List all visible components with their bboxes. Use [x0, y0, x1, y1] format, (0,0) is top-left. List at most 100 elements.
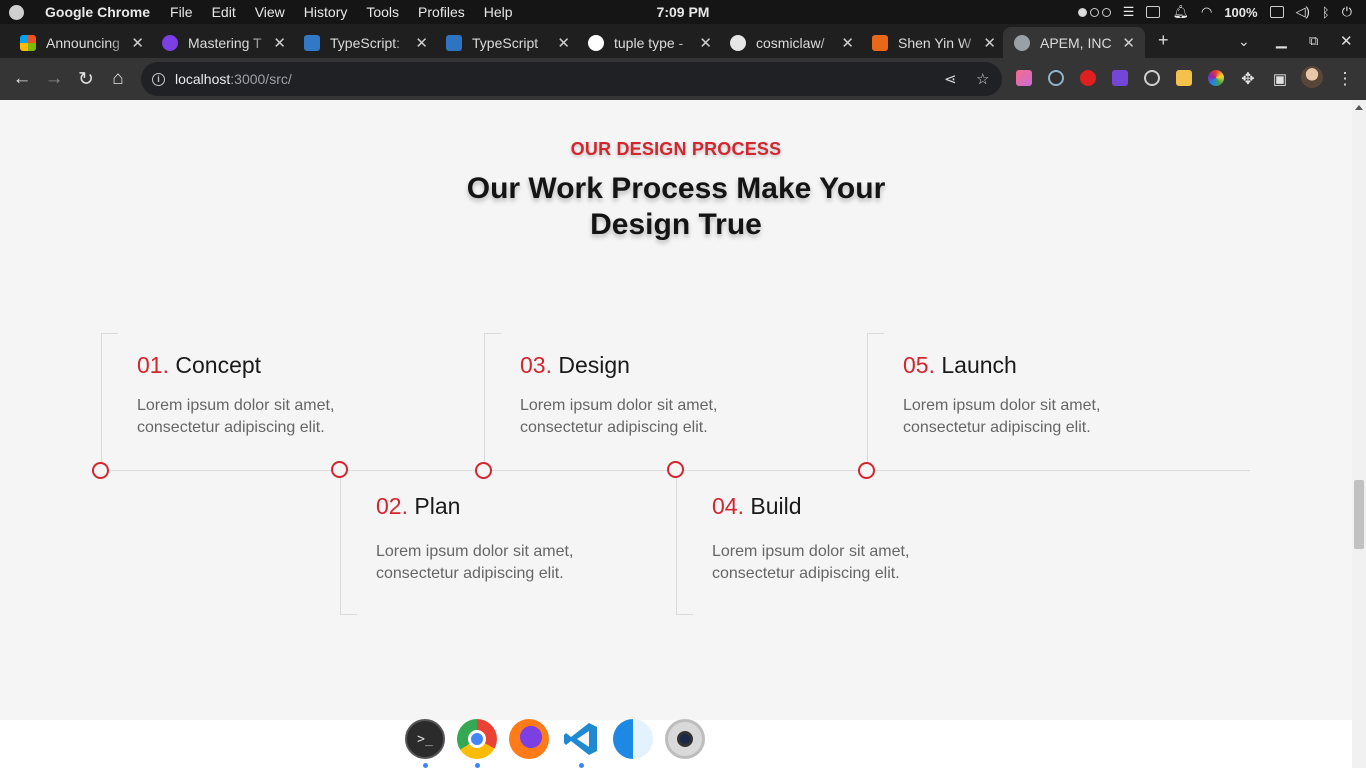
clock[interactable]: 7:09 PM: [657, 4, 710, 20]
close-icon[interactable]: ✕: [699, 34, 712, 52]
extension-spy-icon[interactable]: [1048, 70, 1064, 86]
extension-note-icon[interactable]: [1176, 70, 1192, 86]
tab-apem-active[interactable]: APEM, INC ✕: [1003, 27, 1145, 58]
share-icon[interactable]: ⋖: [944, 70, 957, 88]
running-indicator: [423, 763, 428, 768]
tab-label: TypeScript:: [330, 34, 401, 51]
workspace-dots-icon[interactable]: [1077, 7, 1111, 17]
os-logo-icon[interactable]: [0, 0, 32, 24]
process-step-plan: 02. Plan Lorem ipsum dolor sit amet, con…: [340, 470, 640, 615]
extension-color-icon[interactable]: [1208, 70, 1224, 86]
menu-history[interactable]: History: [304, 4, 348, 20]
page-scrollbar[interactable]: [1352, 100, 1366, 768]
bell-icon[interactable]: 🔔︎: [1172, 4, 1189, 20]
process-step-launch: 05. Launch Lorem ipsum dolor sit amet, c…: [867, 333, 1167, 470]
scrollbar-thumb[interactable]: [1354, 480, 1364, 549]
restore-icon[interactable]: ⧉: [1309, 33, 1318, 49]
extension-gradient-icon[interactable]: [1016, 70, 1032, 86]
step-number: 04.: [712, 493, 744, 519]
close-icon[interactable]: ✕: [131, 34, 144, 52]
profile-avatar[interactable]: [1301, 66, 1323, 88]
address-bar[interactable]: i localhost:3000/src/ ⋖ ☆: [141, 62, 1002, 96]
close-icon[interactable]: ✕: [1122, 34, 1135, 52]
step-name: Launch: [941, 352, 1017, 378]
url-host: localhost: [175, 71, 231, 87]
menu-file[interactable]: File: [170, 4, 193, 20]
close-icon[interactable]: ✕: [415, 34, 428, 52]
timeline-node-circle: [475, 462, 492, 479]
tab-cosmiclaw[interactable]: cosmiclaw/ ✕: [730, 27, 860, 58]
folder-icon[interactable]: [1146, 6, 1161, 18]
power-icon[interactable]: ⏻: [1342, 4, 1352, 20]
reload-icon[interactable]: ↻: [74, 67, 98, 91]
close-icon[interactable]: ✕: [273, 34, 286, 52]
section-heading: Our Work Process Make Your Design True: [466, 172, 886, 241]
battery-icon[interactable]: [1269, 6, 1284, 18]
tab-tuple-type[interactable]: tuple type - ✕: [588, 27, 718, 58]
camera-lens-icon: [677, 731, 693, 747]
tab-label: APEM, INC: [1040, 34, 1112, 51]
tab-label: Mastering T: [188, 34, 262, 51]
scroll-up-arrow-icon[interactable]: [1355, 105, 1363, 110]
menu-edit[interactable]: Edit: [212, 4, 236, 20]
minimize-icon[interactable]: ▁: [1276, 32, 1287, 49]
close-icon[interactable]: ✕: [983, 34, 996, 52]
kebab-menu-icon[interactable]: ⋮: [1333, 67, 1357, 91]
step-name: Concept: [175, 352, 262, 378]
extension-target-icon[interactable]: [1144, 70, 1160, 86]
tab-mastering[interactable]: Mastering T ✕: [162, 27, 292, 58]
vscode-icon[interactable]: [561, 719, 601, 759]
wifi-icon[interactable]: ◠: [1201, 4, 1212, 20]
terminal-icon[interactable]: >_: [405, 719, 445, 759]
tab-shen-yin[interactable]: Shen Yin W ✕: [872, 27, 1002, 58]
menu-view[interactable]: View: [255, 4, 285, 20]
battery-percent[interactable]: 100%: [1224, 5, 1257, 20]
typescript-icon: [304, 34, 320, 51]
step-description: Lorem ipsum dolor sit amet, consectetur …: [376, 543, 574, 582]
new-tab-plus-icon[interactable]: +: [1158, 30, 1169, 51]
extension-block-icon[interactable]: [1080, 70, 1096, 86]
window-close-icon[interactable]: ✕: [1340, 32, 1353, 50]
menu-help[interactable]: Help: [484, 4, 513, 20]
tab-announcing[interactable]: Announcing ✕: [20, 27, 150, 58]
home-icon[interactable]: ⌂: [106, 67, 130, 91]
browser-toolbar: ← → ↻ ⌂ i localhost:3000/src/ ⋖ ☆ ✥ ▣ ⋮: [0, 58, 1366, 100]
url-text[interactable]: localhost:3000/src/: [175, 71, 292, 87]
firefox-icon[interactable]: [509, 719, 549, 759]
menu-lines-icon[interactable]: ☰: [1123, 4, 1135, 20]
close-icon[interactable]: ✕: [557, 34, 570, 52]
chrome-icon[interactable]: [457, 719, 497, 759]
timeline-node-circle: [92, 462, 109, 479]
typescript-tutorial-icon: [446, 34, 462, 51]
step-number: 03.: [520, 352, 552, 378]
step-title: 01. Concept: [137, 352, 261, 379]
menu-profiles[interactable]: Profiles: [418, 4, 465, 20]
extension-v-icon[interactable]: [1112, 70, 1128, 86]
tab-label: Shen Yin W: [898, 34, 972, 51]
camera-icon[interactable]: [665, 719, 705, 759]
active-app-name[interactable]: Google Chrome: [45, 4, 150, 20]
process-step-concept: 01. Concept Lorem ipsum dolor sit amet, …: [101, 333, 401, 470]
side-panel-icon[interactable]: ▣: [1268, 67, 1292, 91]
menu-tools[interactable]: Tools: [366, 4, 399, 20]
tab-typescript-1[interactable]: TypeScript: ✕: [304, 27, 434, 58]
os-top-bar: Google Chrome File Edit View History Too…: [0, 0, 1366, 24]
running-indicator: [579, 763, 584, 768]
microsoft-icon: [20, 34, 36, 51]
site-info-icon[interactable]: i: [152, 72, 165, 86]
bookmark-star-icon[interactable]: ☆: [976, 70, 989, 88]
tab-search-chevron-icon[interactable]: ⌄: [1238, 33, 1250, 50]
timeline-node-circle: [858, 462, 875, 479]
volume-icon[interactable]: ◁): [1296, 4, 1310, 20]
extensions-puzzle-icon[interactable]: ✥: [1236, 67, 1260, 91]
close-icon[interactable]: ✕: [841, 34, 854, 52]
forward-arrow-icon[interactable]: →: [42, 67, 66, 91]
step-number: 01.: [137, 352, 169, 378]
finder-icon[interactable]: [613, 719, 653, 759]
back-arrow-icon[interactable]: ←: [10, 67, 34, 91]
tab-typescript-2[interactable]: TypeScript ✕: [446, 27, 576, 58]
step-description: Lorem ipsum dolor sit amet, consectetur …: [520, 397, 718, 436]
step-description: Lorem ipsum dolor sit amet, consectetur …: [137, 397, 335, 436]
bluetooth-icon[interactable]: ᛒ: [1322, 5, 1330, 20]
running-indicator: [475, 763, 480, 768]
